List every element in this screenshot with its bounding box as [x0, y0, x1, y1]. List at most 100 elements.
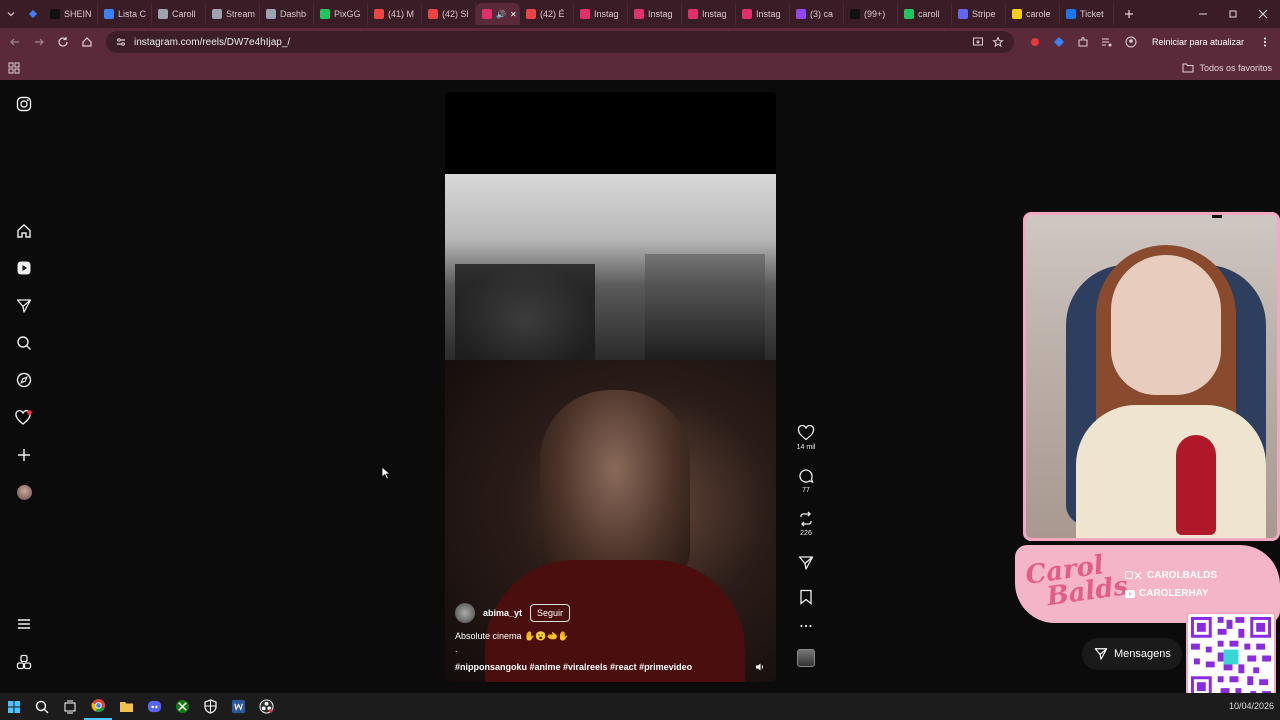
reel-hashtags[interactable]: #nipponsangoku #anime #viralreels #react… [455, 662, 692, 672]
browser-tab[interactable]: (99+) [844, 3, 898, 25]
tab-favicon-icon [742, 9, 752, 19]
profile-icon [1125, 36, 1137, 48]
repost-button[interactable]: 226 [798, 511, 814, 537]
browser-tab[interactable]: (42) Sl [422, 3, 476, 25]
minimize-button[interactable] [1192, 3, 1214, 25]
sidebar-item-also-from-meta[interactable] [14, 652, 34, 672]
taskbar-xbox[interactable] [168, 693, 196, 720]
all-bookmarks-button[interactable]: Todos os favoritos [1182, 63, 1272, 73]
obs-icon [258, 699, 274, 714]
home-button[interactable] [76, 31, 98, 53]
pinned-tab[interactable] [22, 3, 44, 25]
browser-tab[interactable]: carole [1006, 3, 1060, 25]
instagram-x-icon [1125, 571, 1142, 580]
taskbar-discord[interactable] [140, 693, 168, 720]
close-window-button[interactable] [1252, 3, 1274, 25]
instagram-logo-icon [16, 96, 32, 112]
sidebar-item-search[interactable] [14, 333, 34, 353]
heart-icon [797, 425, 815, 441]
close-tab-icon[interactable]: ✕ [510, 10, 517, 19]
profile-button[interactable] [1120, 31, 1142, 53]
tab-label: SHEIN [64, 9, 92, 19]
browser-tab[interactable]: Caroll [152, 3, 206, 25]
extensions-button[interactable] [1072, 31, 1094, 53]
browser-tab[interactable]: Dashb [260, 3, 314, 25]
sidebar-item-explore[interactable] [14, 370, 34, 390]
sidebar-item-create[interactable] [14, 445, 34, 465]
more-options-button[interactable] [799, 623, 813, 629]
browser-tab[interactable]: (41) M [368, 3, 422, 25]
browser-tab[interactable]: (42) É [520, 3, 574, 25]
tab-favicon-icon [482, 9, 492, 19]
browser-tab[interactable]: Instag [574, 3, 628, 25]
browser-tab[interactable]: Instag [682, 3, 736, 25]
browser-tab[interactable]: Instag [628, 3, 682, 25]
browser-tab[interactable]: 🔊 ✕ [476, 3, 520, 25]
red-drop-icon [1030, 38, 1039, 46]
taskbar-obs[interactable] [252, 693, 280, 720]
browser-tab[interactable]: SHEIN [44, 3, 98, 25]
sidebar-item-profile[interactable] [14, 482, 34, 502]
tab-search-button[interactable] [0, 3, 22, 25]
star-icon[interactable] [992, 36, 1004, 48]
reel-info: abima_yt Seguir Absolute cinema ✋😮🫲✋ . #… [455, 603, 765, 672]
extension-button[interactable] [1024, 31, 1046, 53]
taskbar-security[interactable] [196, 693, 224, 720]
media-control-button[interactable] [1096, 31, 1118, 53]
sidebar-item-reels[interactable] [14, 258, 34, 278]
comment-icon [799, 469, 814, 484]
back-button[interactable] [4, 31, 26, 53]
follow-button[interactable]: Seguir [530, 604, 571, 622]
save-button[interactable] [799, 589, 813, 605]
sidebar-item-messages[interactable] [14, 296, 34, 316]
browser-tab[interactable]: Stripe [952, 3, 1006, 25]
tab-label: carole [1026, 9, 1051, 19]
anime-scene [445, 174, 776, 360]
diamond-icon [1053, 37, 1064, 47]
taskbar-search-button[interactable] [28, 693, 56, 720]
browser-tab[interactable]: caroll [898, 3, 952, 25]
windows-taskbar: 10/04/2026 [0, 693, 1280, 720]
comment-button[interactable]: 77 [798, 468, 814, 494]
address-bar[interactable]: instagram.com/reels/DW7e4hIjap_/ [106, 31, 1014, 53]
forward-button[interactable] [28, 31, 50, 53]
taskbar-word[interactable] [224, 693, 252, 720]
browser-tab[interactable]: Lista C [98, 3, 152, 25]
sidebar-item-more[interactable] [14, 614, 34, 634]
like-button[interactable]: 14 mil [797, 425, 815, 451]
browser-menu-button[interactable] [1254, 31, 1276, 53]
instagram-logo[interactable] [14, 94, 34, 114]
audio-playing-icon[interactable]: 🔊 [496, 10, 506, 19]
browser-tab[interactable]: Ticket [1060, 3, 1114, 25]
tab-favicon-icon [374, 9, 384, 19]
new-tab-button[interactable] [1118, 3, 1140, 25]
share-button[interactable] [798, 555, 814, 571]
diamond-icon [29, 10, 37, 18]
sidebar-item-notifications[interactable] [14, 408, 34, 428]
sidebar-item-home[interactable] [14, 221, 34, 241]
browser-tab[interactable]: Instag [736, 3, 790, 25]
site-info-icon [117, 38, 125, 46]
taskbar-date[interactable]: 10/04/2026 [1229, 701, 1274, 711]
browser-tab[interactable]: PixGG [314, 3, 368, 25]
taskbar-file-explorer[interactable] [112, 693, 140, 720]
messages-button[interactable]: Mensagens [1082, 638, 1182, 670]
tab-label: Instag [702, 9, 727, 19]
extension-button[interactable] [1048, 31, 1070, 53]
restart-update-button[interactable]: Reiniciar para atualizar [1144, 32, 1252, 52]
volume-icon[interactable] [755, 662, 765, 672]
comments-count: 77 [802, 487, 810, 494]
taskbar-chrome[interactable] [84, 693, 112, 720]
install-app-icon[interactable] [972, 36, 984, 48]
apps-grid-icon[interactable] [8, 62, 20, 74]
browser-tab[interactable]: (3) ca [790, 3, 844, 25]
author-username[interactable]: abima_yt [483, 608, 522, 618]
author-avatar[interactable] [455, 603, 475, 623]
task-view-button[interactable] [56, 693, 84, 720]
audio-thumbnail[interactable] [797, 649, 815, 667]
start-button[interactable] [0, 693, 28, 720]
browser-tab[interactable]: Stream [206, 3, 260, 25]
reload-button[interactable] [52, 31, 74, 53]
reel-video[interactable]: abima_yt Seguir Absolute cinema ✋😮🫲✋ . #… [445, 92, 776, 682]
restore-button[interactable] [1222, 3, 1244, 25]
